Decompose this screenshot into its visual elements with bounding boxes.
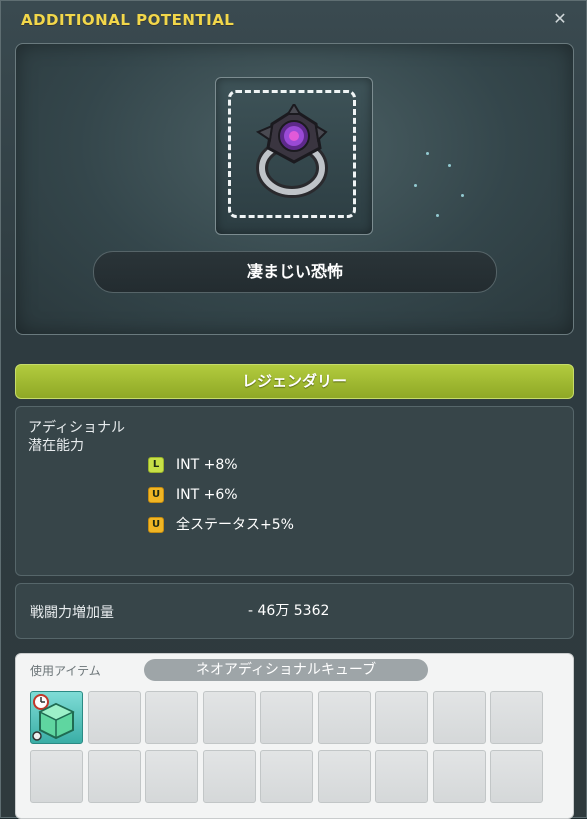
- sparkle-decoration: [426, 152, 429, 155]
- cube-icon: [32, 694, 75, 741]
- unique-grade-icon: U: [148, 487, 164, 503]
- empty-item-slot[interactable]: [145, 750, 198, 803]
- empty-item-slot[interactable]: [317, 750, 371, 803]
- potential-line: U INT +6%: [148, 485, 238, 505]
- potential-label: アディショナル 潜在能力: [28, 419, 125, 455]
- empty-item-slot[interactable]: [260, 750, 313, 803]
- potential-line-text: INT +8%: [176, 457, 238, 473]
- selected-cube-name: ネオアディショナルキューブ: [144, 659, 428, 681]
- potential-label-line: 潜在能力: [28, 438, 84, 454]
- empty-item-slot[interactable]: [87, 691, 141, 744]
- empty-item-slot[interactable]: [317, 691, 371, 744]
- combat-power-label: 戦闘力増加量: [30, 605, 114, 621]
- empty-item-slot[interactable]: [375, 750, 428, 803]
- additional-potential-window: ADDITIONAL POTENTIAL ✕ 凄まじい恐怖 レジェンダリー アデ…: [0, 0, 587, 819]
- sparkle-decoration: [414, 184, 417, 187]
- empty-item-slot[interactable]: [260, 691, 313, 744]
- empty-item-slot[interactable]: [375, 691, 428, 744]
- item-slot[interactable]: [215, 77, 373, 235]
- potential-line-text: 全ステータス+5%: [176, 517, 294, 533]
- close-button[interactable]: ✕: [552, 11, 568, 27]
- unique-grade-icon: U: [148, 517, 164, 533]
- combat-power-panel: 戦闘力増加量 - 46万 5362: [15, 583, 574, 639]
- empty-item-slot[interactable]: [202, 750, 256, 803]
- item-name: 凄まじい恐怖: [93, 251, 497, 293]
- legendary-grade-icon: L: [148, 457, 164, 473]
- sparkle-decoration: [461, 194, 464, 197]
- dark-ring-icon: [255, 104, 328, 198]
- empty-item-slot[interactable]: [490, 691, 543, 744]
- potential-line: L INT +8%: [148, 455, 238, 475]
- use-item-label: 使用アイテム: [30, 664, 101, 678]
- combat-power-value: - 46万 5362: [248, 603, 330, 619]
- sparkle-decoration: [448, 164, 451, 167]
- empty-item-slot[interactable]: [145, 691, 198, 744]
- sparkle-decoration: [436, 214, 439, 217]
- potential-line: U 全ステータス+5%: [148, 515, 294, 535]
- empty-item-slot[interactable]: [432, 750, 486, 803]
- potential-grade-bar: レジェンダリー: [15, 364, 574, 399]
- empty-item-slot[interactable]: [432, 691, 486, 744]
- empty-item-slot[interactable]: [202, 691, 256, 744]
- potential-panel: アディショナル 潜在能力 L INT +8% U INT +6% U 全ステータス+5…: [15, 406, 574, 576]
- empty-item-slot[interactable]: [30, 750, 83, 803]
- use-item-panel: 使用アイテム ネオアディショナルキューブ: [15, 653, 574, 819]
- empty-item-slot[interactable]: [490, 750, 543, 803]
- window-title: ADDITIONAL POTENTIAL: [21, 11, 235, 29]
- potential-label-line: アディショナル: [28, 420, 126, 436]
- empty-item-slot[interactable]: [87, 750, 141, 803]
- cube-item-slot[interactable]: [30, 691, 83, 744]
- potential-line-text: INT +6%: [176, 487, 238, 503]
